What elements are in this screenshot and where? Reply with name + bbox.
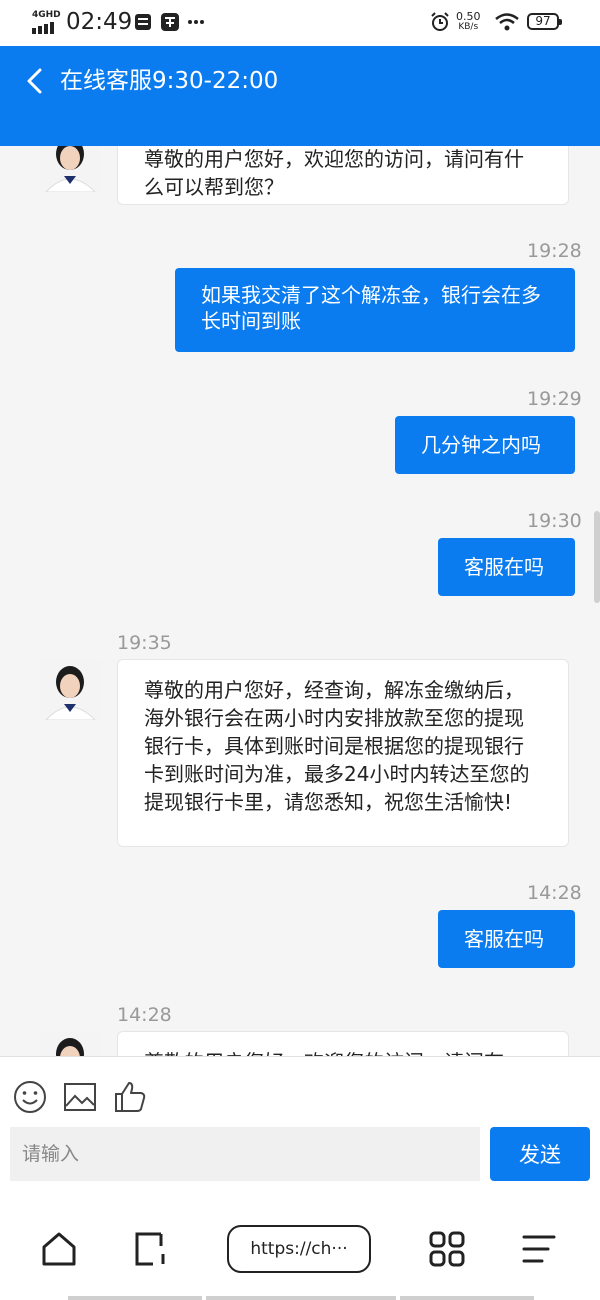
- send-button[interactable]: 发送: [490, 1127, 590, 1181]
- message-bubble: 客服在吗: [438, 910, 575, 968]
- tabs-icon[interactable]: [133, 1230, 171, 1268]
- url-bar[interactable]: https://ch···: [227, 1225, 371, 1273]
- agent-avatar: [40, 660, 101, 720]
- menu-icon[interactable]: [520, 1230, 558, 1268]
- more-dots-icon: [188, 20, 204, 24]
- image-icon[interactable]: [62, 1079, 98, 1115]
- battery-icon: 97: [527, 13, 562, 30]
- gesture-bar: [68, 1296, 202, 1300]
- message-bubble: 如果我交清了这个解冻金，银行会在多长时间到账: [175, 268, 575, 352]
- back-chevron-icon[interactable]: [22, 66, 48, 96]
- network-speed: 0.50 KB/s: [456, 10, 481, 32]
- chat-messages[interactable]: 尊敬的用户您好，欢迎您的访问，请问有什么可以帮到您？ 19:28 如果我交清了这…: [0, 146, 600, 1056]
- agent-avatar: [40, 146, 101, 192]
- network-type: 4GHD: [32, 10, 61, 20]
- gesture-bar: [400, 1296, 534, 1300]
- browser-toolbar: https://ch···: [0, 1192, 600, 1300]
- message-timestamp: 14:28: [117, 1004, 172, 1026]
- wifi-icon: [495, 13, 519, 31]
- message-timestamp: 19:28: [527, 240, 582, 262]
- thumbs-up-icon[interactable]: [112, 1079, 148, 1115]
- app-icon: [161, 13, 179, 31]
- message-bubble: 几分钟之内吗: [395, 416, 575, 474]
- chat-header: 在线客服9:30-22:00: [0, 46, 600, 146]
- gesture-bar: [206, 1296, 396, 1300]
- alarm-icon: [431, 12, 449, 31]
- input-area: 发送: [0, 1056, 600, 1193]
- emoji-icon[interactable]: [12, 1079, 48, 1115]
- message-timestamp: 19:29: [527, 388, 582, 410]
- scrollbar[interactable]: [594, 511, 600, 603]
- agent-avatar: [40, 1032, 101, 1056]
- apps-grid-icon[interactable]: [428, 1230, 466, 1268]
- message-timestamp: 14:28: [527, 882, 582, 904]
- home-icon[interactable]: [40, 1230, 78, 1268]
- status-bar: 4GHD 02:49 0.50 KB/s 97: [0, 0, 600, 46]
- message-bubble: 尊敬的用户您好，欢迎您的访问，请问有什么可以帮到您？: [117, 146, 569, 205]
- sim-card-icon: [135, 14, 151, 30]
- message-bubble: 客服在吗: [438, 538, 575, 596]
- message-timestamp: 19:35: [117, 632, 172, 654]
- message-input[interactable]: [10, 1127, 480, 1181]
- message-timestamp: 19:30: [527, 510, 582, 532]
- message-bubble: 尊敬的用户您好，经查询，解冻金缴纳后，海外银行会在两小时内安排放款至您的提现银行…: [117, 659, 569, 847]
- page-title: 在线客服9:30-22:00: [60, 68, 279, 94]
- message-bubble: 尊敬的用户您好，欢迎您的访问，请问有: [117, 1031, 569, 1056]
- clock: 02:49: [66, 9, 133, 35]
